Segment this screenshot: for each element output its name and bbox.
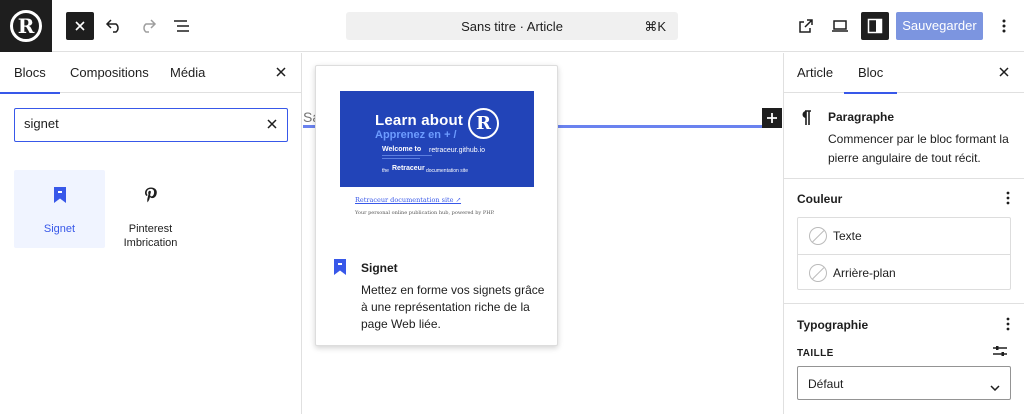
view-post-button[interactable] — [792, 12, 820, 40]
text-color-control[interactable]: Texte — [798, 218, 1010, 254]
font-size-label: TAILLE — [797, 348, 834, 359]
logo-icon: R — [10, 10, 42, 42]
block-result-bookmark[interactable]: Signet — [14, 170, 105, 248]
options-menu-button[interactable] — [990, 12, 1018, 40]
sliders-icon — [993, 346, 1007, 356]
color-settings-group: Texte Arrière-plan — [797, 217, 1011, 290]
document-overview-button[interactable] — [168, 12, 196, 40]
preview-image-subtitle: Apprenez en + / — [375, 129, 457, 141]
retraceur-logo-icon: R — [468, 108, 499, 139]
preview-image-title: Learn about — [375, 112, 464, 129]
preview-block-description: Mettez en forme vos signets grâce à une … — [361, 283, 545, 331]
list-view-icon — [174, 20, 189, 32]
redo-button[interactable] — [134, 12, 162, 40]
site-logo-button[interactable]: R — [0, 0, 52, 52]
undo-icon — [105, 19, 119, 33]
close-icon — [276, 67, 286, 77]
bookmark-preview-image: Learn about Apprenez en + / Welcome to r… — [340, 91, 534, 187]
close-sidebar-button[interactable] — [998, 66, 1010, 81]
empty-swatch-icon — [809, 264, 827, 282]
close-inserter-button[interactable] — [66, 12, 94, 40]
preview-image-documentation: documentation site — [426, 168, 468, 174]
tab-media[interactable]: Média — [170, 65, 205, 80]
divider — [784, 178, 1024, 179]
redo-icon — [143, 19, 157, 33]
bookmark-icon — [53, 187, 66, 203]
preview-device-button[interactable] — [826, 12, 854, 40]
tab-blocks[interactable]: Blocs — [0, 65, 60, 94]
settings-toggle-button[interactable] — [861, 12, 889, 40]
inserter-tabs: Blocs Compositions Média — [0, 53, 301, 94]
add-block-button[interactable] — [762, 108, 782, 128]
block-inserter-panel: Blocs Compositions Média Signet Pinteres… — [0, 53, 302, 414]
sidebar-tabs: Article Bloc — [784, 53, 1024, 94]
font-size-select[interactable]: Défaut — [797, 366, 1011, 400]
save-button[interactable]: Sauvegarder — [896, 12, 983, 40]
block-preview-popover: Learn about Apprenez en + / Welcome to r… — [315, 65, 558, 346]
close-icon — [75, 21, 85, 31]
more-vertical-icon — [1006, 317, 1010, 331]
divider — [784, 303, 1024, 304]
settings-panel-icon — [867, 18, 883, 34]
custom-size-toggle[interactable] — [993, 345, 1007, 360]
color-label: Texte — [833, 229, 862, 243]
tab-post[interactable]: Article — [797, 65, 833, 80]
close-icon — [267, 119, 277, 129]
typography-options-button[interactable] — [1006, 316, 1010, 335]
preview-image-retraceur: Retraceur — [392, 165, 425, 172]
settings-sidebar: Article Bloc Paragraphe Commencer par le… — [783, 53, 1024, 414]
preview-image-site: retraceur.github.io — [429, 147, 486, 154]
empty-swatch-icon — [809, 227, 827, 245]
preview-image-welcome: Welcome to — [382, 146, 422, 153]
clear-search-button[interactable] — [266, 118, 278, 133]
more-vertical-icon — [1006, 191, 1010, 205]
more-vertical-icon — [1002, 19, 1006, 33]
plus-icon — [767, 113, 777, 123]
preview-image-the: the — [382, 168, 389, 174]
close-icon — [999, 67, 1009, 77]
keyboard-shortcut: ⌘K — [644, 19, 666, 34]
desktop-view-icon — [832, 20, 848, 32]
preview-image-lines — [382, 155, 442, 163]
background-color-control[interactable]: Arrière-plan — [798, 254, 1010, 290]
pinterest-icon — [144, 187, 157, 203]
search-input[interactable] — [24, 116, 254, 131]
color-options-button[interactable] — [1006, 190, 1010, 209]
block-result-pinterest[interactable]: Pinterest Imbrication — [105, 170, 196, 249]
command-palette-title[interactable]: Sans titre · Article ⌘K — [346, 12, 678, 40]
preview-link: Retraceur documentation site ↗ — [355, 196, 462, 204]
preview-description: Your personal online publication hub, po… — [355, 210, 495, 216]
block-result-label: Pinterest Imbrication — [123, 223, 178, 249]
chevron-down-icon — [990, 379, 1000, 394]
undo-button[interactable] — [100, 12, 128, 40]
paragraph-icon — [800, 110, 812, 129]
block-result-label: Signet — [43, 223, 76, 235]
external-link-icon — [799, 19, 813, 33]
block-card-description: Commencer par le bloc formant la pierre … — [828, 132, 1009, 165]
block-search-field[interactable] — [14, 108, 288, 142]
editor-header: R Sans titre · Article ⌘K Sauvegarder — [0, 0, 1024, 52]
preview-block-name: Signet — [361, 261, 398, 275]
typography-panel-title: Typographie — [797, 318, 869, 332]
document-title: Sans titre · Article — [461, 19, 563, 34]
font-size-value: Défaut — [808, 377, 844, 391]
block-card-title: Paragraphe — [828, 110, 895, 124]
tab-block[interactable]: Bloc — [843, 65, 898, 94]
close-inserter-panel-button[interactable] — [275, 66, 287, 81]
tab-patterns[interactable]: Compositions — [70, 65, 149, 80]
color-label: Arrière-plan — [833, 266, 896, 280]
bookmark-icon — [333, 258, 347, 279]
color-panel-title: Couleur — [797, 192, 843, 206]
